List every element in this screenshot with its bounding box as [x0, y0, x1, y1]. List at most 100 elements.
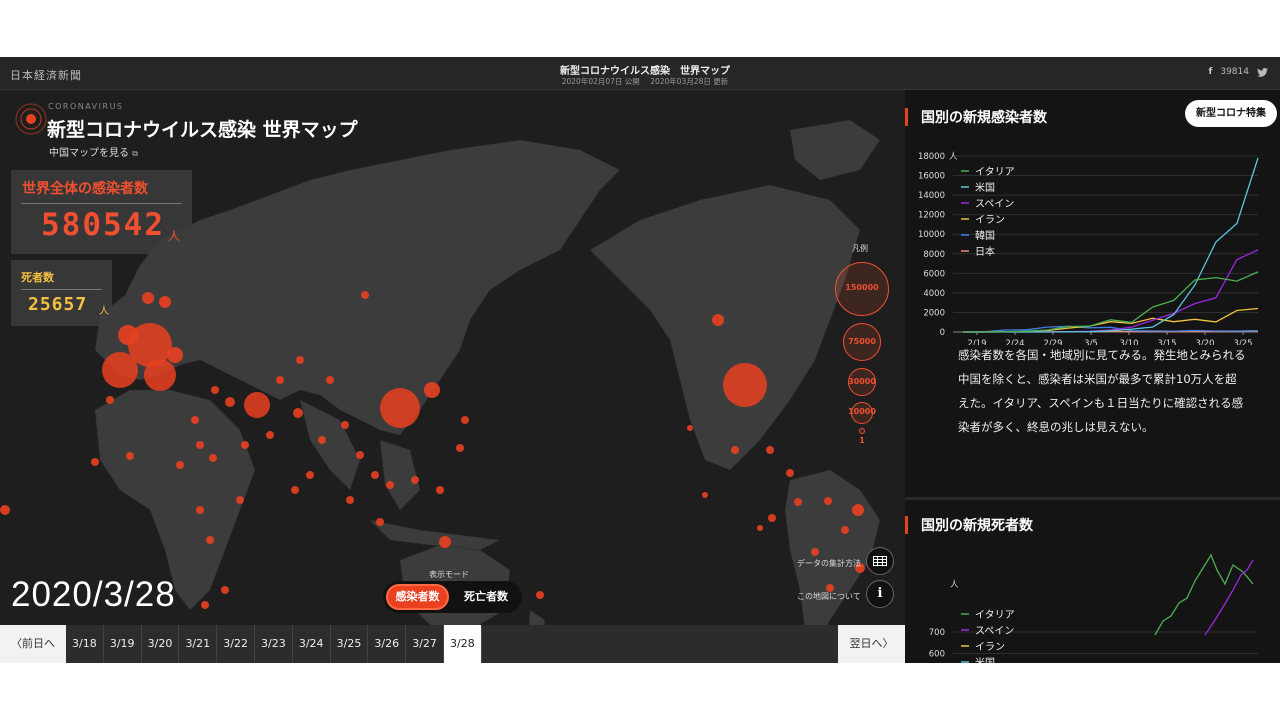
case-bubble[interactable] — [126, 452, 134, 460]
case-bubble[interactable] — [306, 471, 314, 479]
case-bubble[interactable] — [236, 496, 244, 504]
case-bubble[interactable] — [687, 425, 693, 431]
case-bubble[interactable] — [167, 347, 183, 363]
facebook-icon[interactable]: f — [1208, 67, 1212, 77]
case-bubble[interactable] — [456, 444, 464, 452]
date-cell[interactable]: 3/22 — [217, 625, 255, 663]
case-bubble[interactable] — [852, 504, 864, 516]
facebook-share-count[interactable]: 39814 — [1220, 67, 1249, 77]
case-bubble[interactable] — [296, 356, 304, 364]
case-bubble[interactable] — [221, 586, 229, 594]
date-cell[interactable]: 3/21 — [179, 625, 218, 663]
case-bubble[interactable] — [0, 505, 10, 515]
case-bubble[interactable] — [241, 441, 249, 449]
case-bubble[interactable] — [380, 388, 420, 428]
case-bubble[interactable] — [346, 496, 354, 504]
case-bubble[interactable] — [142, 292, 154, 304]
y-tick-label: 18000 — [918, 152, 945, 162]
case-bubble[interactable] — [766, 446, 774, 454]
section-accent-bar — [905, 108, 908, 126]
mode-cases-button[interactable]: 感染者数 — [386, 584, 449, 610]
y-tick-label: 4000 — [923, 289, 945, 299]
china-map-link[interactable]: 中国マップを見る ⧉ — [49, 144, 138, 159]
china-link-label[interactable]: 中国マップを見る — [49, 148, 129, 159]
date-cell[interactable]: 3/27 — [406, 625, 444, 663]
twitter-icon[interactable] — [1257, 67, 1268, 77]
date-cell[interactable]: 3/18 — [66, 625, 104, 663]
date-cell[interactable]: 3/20 — [142, 625, 180, 663]
about-map-label[interactable]: この地図について — [797, 591, 861, 602]
display-mode-label: 表示モード — [429, 570, 469, 579]
case-bubble[interactable] — [211, 386, 219, 394]
case-bubble[interactable] — [461, 416, 469, 424]
case-bubble[interactable] — [386, 481, 394, 489]
case-bubble[interactable] — [794, 498, 802, 506]
case-bubble[interactable] — [118, 325, 138, 345]
case-bubble[interactable] — [361, 291, 369, 299]
case-bubble[interactable] — [731, 446, 739, 454]
y-tick-label: 16000 — [918, 172, 945, 182]
y-tick-label: 6000 — [923, 269, 945, 279]
world-map[interactable]: CORONAVIRUS 新型コロナウイルス感染 世界マップ 中国マップを見る ⧉… — [0, 90, 905, 663]
case-bubble[interactable] — [209, 454, 217, 462]
case-bubble[interactable] — [768, 514, 776, 522]
case-bubble[interactable] — [371, 471, 379, 479]
case-bubble[interactable] — [196, 506, 204, 514]
case-bubble[interactable] — [356, 451, 364, 459]
case-bubble[interactable] — [376, 518, 384, 526]
case-bubble[interactable] — [106, 396, 114, 404]
case-bubble[interactable] — [536, 591, 544, 599]
y-tick-label: 14000 — [918, 191, 945, 201]
case-bubble[interactable] — [439, 536, 451, 548]
case-bubble[interactable] — [757, 525, 763, 531]
new-cases-chart[interactable]: 0 2000 4000 6000 8000 10000 12000 14000 16000 180… — [905, 135, 1280, 345]
table-icon[interactable] — [866, 547, 894, 575]
next-day-button[interactable]: 翌日へ〉 — [838, 625, 905, 663]
date-cell[interactable]: 3/25 — [331, 625, 369, 663]
case-bubble[interactable] — [191, 416, 199, 424]
case-bubble[interactable] — [201, 601, 209, 609]
case-bubble[interactable] — [144, 359, 176, 391]
case-bubble[interactable] — [91, 458, 99, 466]
case-bubble[interactable] — [206, 536, 214, 544]
date-cell[interactable]: 3/19 — [104, 625, 142, 663]
date-cell[interactable]: 3/24 — [293, 625, 331, 663]
new-deaths-chart[interactable]: 人300400500600700イタリアスペインイラン米国 — [905, 535, 1280, 663]
feature-page-button[interactable]: 新型コロナ特集 — [1185, 100, 1277, 127]
case-bubble[interactable] — [266, 431, 274, 439]
case-bubble[interactable] — [786, 469, 794, 477]
series-line — [963, 271, 1259, 333]
case-bubble[interactable] — [293, 408, 303, 418]
case-bubble[interactable] — [176, 461, 184, 469]
case-bubble[interactable] — [318, 436, 326, 444]
legend-value-30000: 30000 — [848, 377, 876, 386]
case-bubble[interactable] — [276, 376, 284, 384]
case-bubble[interactable] — [702, 492, 708, 498]
case-bubble[interactable] — [341, 421, 349, 429]
case-bubble[interactable] — [196, 441, 204, 449]
case-bubble[interactable] — [436, 486, 444, 494]
previous-day-button[interactable]: 〈前日へ — [0, 625, 66, 663]
case-bubble[interactable] — [244, 392, 270, 418]
info-icon[interactable]: i — [866, 580, 894, 608]
case-bubble[interactable] — [723, 363, 767, 407]
mode-deaths-button[interactable]: 死亡者数 — [455, 584, 517, 610]
case-bubble[interactable] — [225, 397, 235, 407]
data-method-label[interactable]: データの集計方法 — [797, 558, 861, 569]
date-cell[interactable]: 3/23 — [255, 625, 293, 663]
date-cell[interactable]: 3/28 — [443, 625, 482, 663]
total-cases-card: 世界全体の感染者数 580542 人 — [11, 170, 192, 254]
case-bubble[interactable] — [424, 382, 440, 398]
published-date: 2020年02月07日 公開 — [561, 77, 640, 86]
case-bubble[interactable] — [326, 376, 334, 384]
case-bubble[interactable] — [841, 526, 849, 534]
case-bubble[interactable] — [291, 486, 299, 494]
case-bubble[interactable] — [159, 296, 171, 308]
date-cell[interactable]: 3/26 — [368, 625, 407, 663]
y-tick-label: 0 — [940, 328, 945, 338]
case-bubble[interactable] — [712, 314, 724, 326]
case-bubble[interactable] — [411, 476, 419, 484]
land-greenland — [789, 119, 881, 181]
case-bubble[interactable] — [811, 548, 819, 556]
case-bubble[interactable] — [824, 497, 832, 505]
